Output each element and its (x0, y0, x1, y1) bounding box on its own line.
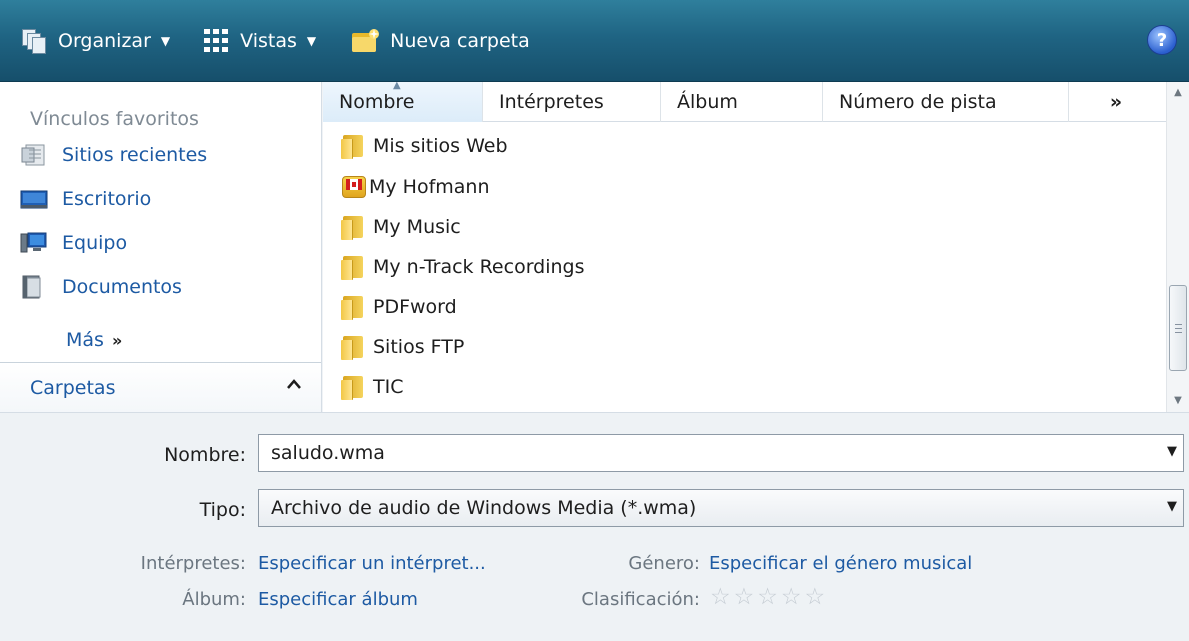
file-name: Mis sitios Web (373, 135, 508, 157)
column-header-album[interactable]: Álbum (661, 82, 823, 122)
new-folder-label: Nueva carpeta (390, 29, 530, 52)
file-type-select[interactable]: Archivo de audio de Windows Media (*.wma… (258, 489, 1184, 527)
organize-button[interactable]: Organizar ▼ (14, 21, 198, 61)
views-button[interactable]: Vistas ▼ (198, 21, 344, 61)
star-icon[interactable]: ☆ (757, 586, 778, 609)
nav-item-label: Sitios recientes (62, 144, 208, 166)
scroll-up-icon[interactable]: ▲ (1167, 82, 1189, 104)
organize-icon (20, 27, 48, 55)
album-link[interactable]: Especificar álbum (258, 589, 418, 610)
list-item[interactable]: PDFword (341, 289, 457, 325)
rating-label: Clasificación: (581, 589, 700, 610)
column-artists-label: Intérpretes (499, 91, 604, 113)
star-icon[interactable]: ☆ (805, 586, 826, 609)
desktop-icon (20, 186, 48, 212)
genre-label: Género: (628, 553, 700, 574)
file-name: Sitios FTP (373, 336, 465, 358)
file-name: My Music (373, 216, 461, 238)
computer-icon (20, 230, 48, 256)
genre-link[interactable]: Especificar el género musical (709, 553, 972, 574)
list-item[interactable]: TIC (341, 369, 403, 405)
list-item[interactable]: Sitios FTP (341, 329, 464, 365)
chevron-up-icon (286, 375, 302, 394)
file-name: TIC (373, 376, 404, 398)
new-folder-button[interactable]: Nueva carpeta (344, 21, 536, 61)
file-name-value: saludo.wma (271, 442, 385, 464)
column-header-track-number[interactable]: Número de pista (823, 82, 1069, 122)
folder-icon (341, 334, 365, 360)
column-name-label: Nombre (339, 91, 415, 113)
grip-icon (1175, 324, 1182, 333)
nav-item-recent-sites[interactable]: Sitios recientes (20, 142, 207, 168)
list-item[interactable]: My Hofmann (341, 169, 490, 205)
vertical-scrollbar[interactable]: ▲ ▼ (1166, 82, 1189, 412)
list-item[interactable]: My n-Track Recordings (341, 249, 585, 285)
folder-icon (341, 254, 365, 280)
nav-item-label: Documentos (62, 276, 182, 298)
views-label: Vistas (240, 29, 297, 52)
folder-icon (341, 374, 365, 400)
favorite-links-header: Vínculos favoritos (30, 108, 199, 130)
folder-icon (341, 214, 365, 240)
more-links-label: Más (66, 329, 104, 351)
file-name-field[interactable]: saludo.wma ▼ (258, 434, 1184, 472)
file-list: ▲ Nombre Intérpretes Álbum Número de pis… (323, 82, 1166, 412)
documents-icon (20, 274, 48, 300)
hofmann-icon (341, 174, 367, 200)
folders-toggle[interactable]: Carpetas (0, 362, 321, 412)
views-icon (204, 28, 230, 53)
column-track-label: Número de pista (839, 91, 997, 113)
column-header-artists[interactable]: Intérpretes (483, 82, 661, 122)
list-item[interactable]: My Music (341, 209, 461, 245)
file-name: My n-Track Recordings (373, 256, 585, 278)
scroll-down-icon[interactable]: ▼ (1167, 390, 1189, 412)
double-chevron-icon: » (111, 331, 123, 350)
artists-label: Intérpretes: (140, 553, 246, 574)
organize-label: Organizar (58, 29, 151, 52)
column-header-name[interactable]: ▲ Nombre (323, 82, 483, 122)
nav-item-desktop[interactable]: Escritorio (20, 186, 151, 212)
list-item[interactable]: Mis sitios Web (341, 128, 508, 164)
sort-ascending-icon: ▲ (393, 82, 401, 91)
artists-link[interactable]: Especificar un intérpret... (258, 553, 486, 574)
file-name-label: Nombre: (164, 444, 246, 466)
command-bar: Organizar ▼ Vistas ▼ Nueva carpeta ? (0, 0, 1189, 82)
star-icon[interactable]: ☆ (710, 586, 731, 609)
folder-icon (341, 294, 365, 320)
file-name: My Hofmann (369, 176, 490, 198)
nav-item-computer[interactable]: Equipo (20, 230, 127, 256)
star-icon[interactable]: ☆ (781, 586, 802, 609)
star-icon[interactable]: ☆ (734, 586, 755, 609)
nav-item-label: Equipo (62, 232, 128, 254)
file-name: PDFword (373, 296, 457, 318)
recent-sites-icon (20, 142, 48, 168)
nav-item-documents[interactable]: Documentos (20, 274, 182, 300)
new-folder-icon (350, 28, 380, 54)
dropdown-arrow-icon: ▼ (1167, 499, 1177, 514)
more-links-button[interactable]: Más » (66, 329, 122, 351)
organize-dropdown-icon: ▼ (160, 33, 171, 48)
more-columns-button[interactable]: » (1069, 82, 1163, 122)
nav-item-label: Escritorio (62, 188, 152, 210)
album-label: Álbum: (182, 589, 246, 610)
file-type-label: Tipo: (199, 499, 246, 521)
scroll-thumb[interactable] (1169, 285, 1187, 371)
dropdown-arrow-icon[interactable]: ▼ (1167, 444, 1177, 459)
navigation-pane: Vínculos favoritos Sitios recientes Escr… (0, 82, 322, 412)
column-header-row: ▲ Nombre Intérpretes Álbum Número de pis… (323, 82, 1166, 122)
help-button[interactable]: ? (1147, 25, 1177, 55)
views-dropdown-icon: ▼ (306, 33, 317, 48)
folder-icon (341, 133, 365, 159)
folders-label: Carpetas (30, 377, 116, 399)
column-album-label: Álbum (677, 91, 738, 113)
file-type-value: Archivo de audio de Windows Media (*.wma… (271, 497, 697, 519)
rating-stars[interactable]: ☆ ☆ ☆ ☆ ☆ (710, 586, 828, 609)
